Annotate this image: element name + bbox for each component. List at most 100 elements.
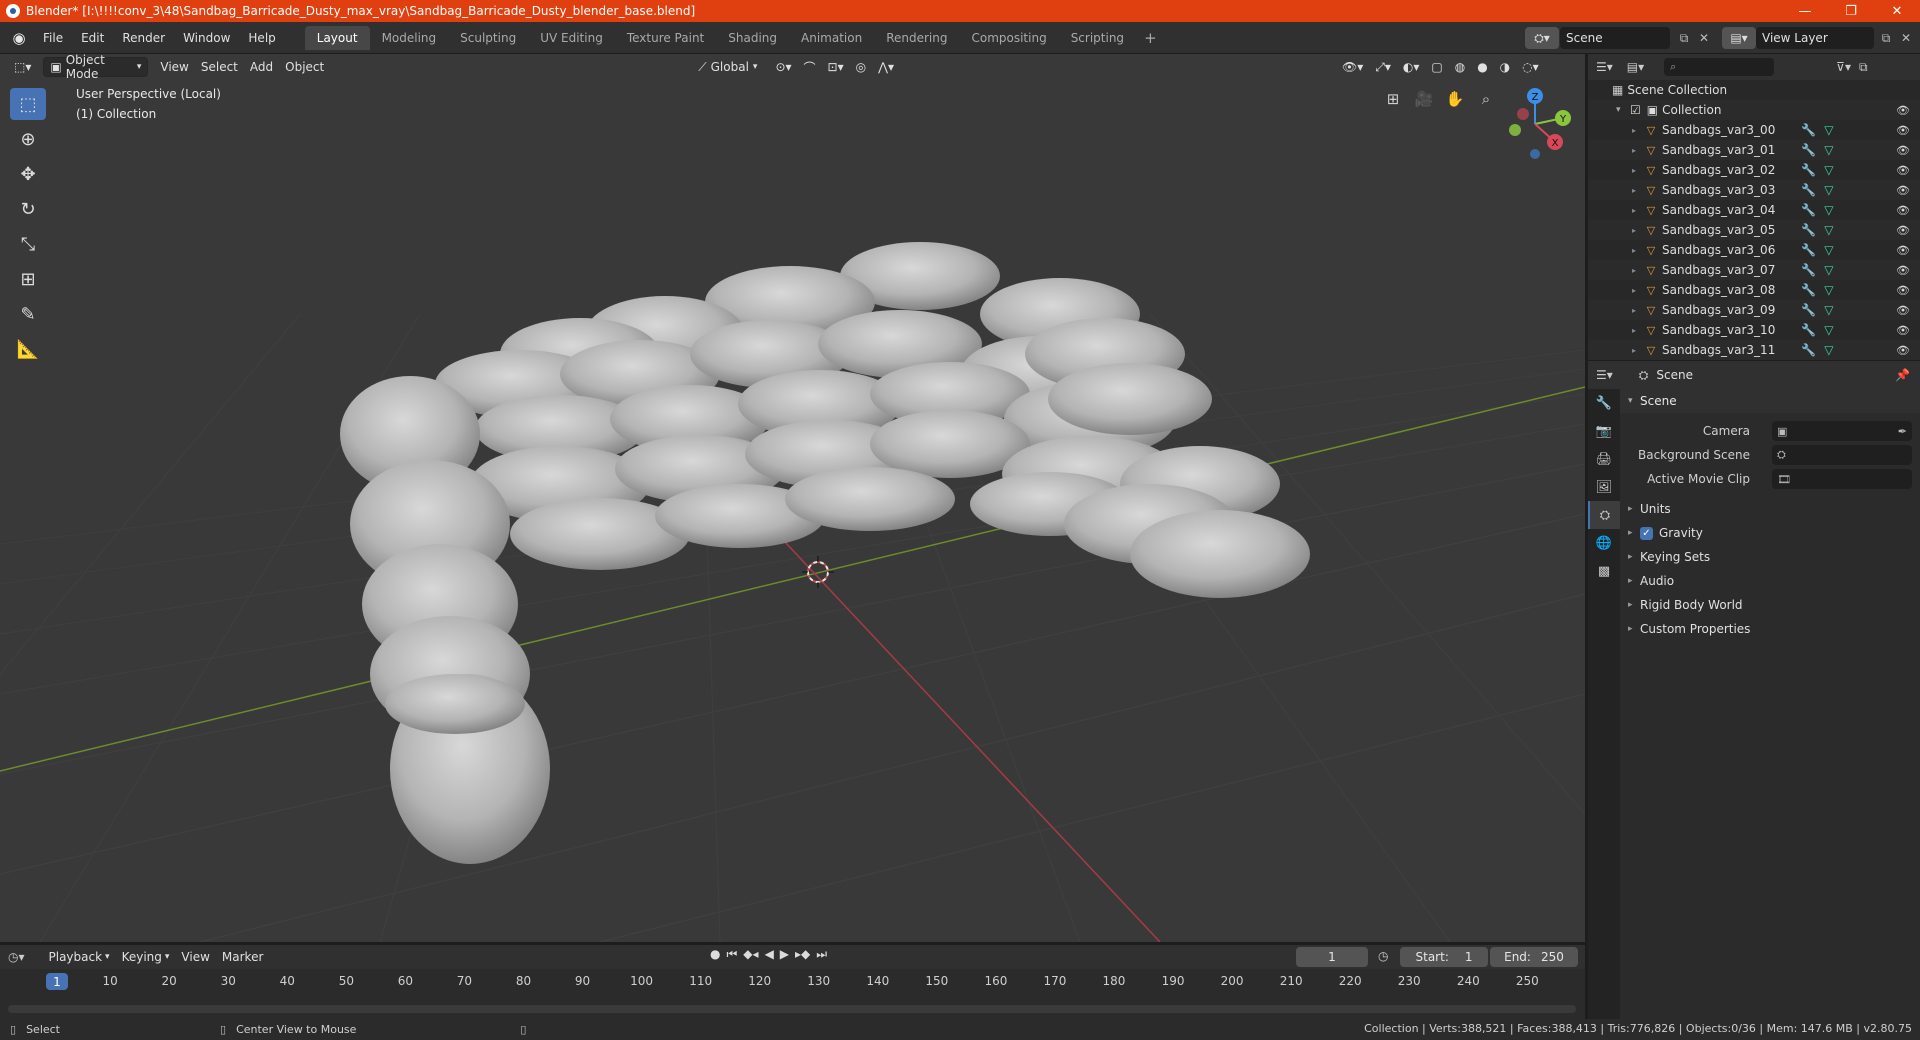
modifier-wrench-icon[interactable]: 🔧 xyxy=(1801,303,1816,317)
falloff-icon[interactable]: ⋀▾ xyxy=(872,57,900,77)
expand-chevron-icon[interactable]: ▸ xyxy=(1632,246,1644,255)
modifier-wrench-icon[interactable]: 🔧 xyxy=(1801,203,1816,217)
tab-compositing[interactable]: Compositing xyxy=(959,26,1058,50)
outliner-object-row[interactable]: ▸ ▽ Sandbags_var3_01 🔧 ▽ 👁 xyxy=(1588,140,1920,160)
units-panel-header[interactable]: ▸ Units xyxy=(1620,497,1920,521)
menu-window[interactable]: Window xyxy=(174,26,239,50)
mesh-data-icon[interactable]: ▽ xyxy=(1824,343,1833,357)
select-box-tool-icon[interactable]: ⬚ xyxy=(10,88,46,120)
visibility-eye-icon[interactable]: 👁 xyxy=(1896,224,1910,237)
view-layer-selector[interactable]: View Layer xyxy=(1756,27,1874,49)
mesh-data-icon[interactable]: ▽ xyxy=(1824,143,1833,157)
view-layer-properties-tab-icon[interactable]: 🖼 xyxy=(1588,473,1620,501)
add-workspace-button[interactable]: + xyxy=(1136,26,1165,50)
blender-logo-icon[interactable]: ◉ xyxy=(4,23,34,53)
start-frame-field[interactable]: Start: 1 xyxy=(1400,947,1488,967)
menu-render[interactable]: Render xyxy=(113,26,174,50)
expand-chevron-icon[interactable]: ▸ xyxy=(1632,186,1644,195)
expand-chevron-icon[interactable]: ▸ xyxy=(1632,306,1644,315)
scene-selector[interactable]: Scene xyxy=(1560,27,1670,49)
new-scene-icon[interactable]: ⧉ xyxy=(1674,27,1694,49)
current-frame-marker[interactable]: 1 xyxy=(46,973,68,990)
expand-chevron-icon[interactable]: ▸ xyxy=(1632,166,1644,175)
expand-chevron-icon[interactable]: ▸ xyxy=(1632,266,1644,275)
tab-uv-editing[interactable]: UV Editing xyxy=(528,26,615,50)
mesh-data-icon[interactable]: ▽ xyxy=(1824,303,1833,317)
mesh-data-icon[interactable]: ▽ xyxy=(1824,323,1833,337)
snap-icon[interactable]: ⌒ xyxy=(798,57,822,77)
display-mode-icon[interactable]: ▤▾ xyxy=(1627,60,1644,74)
material-shading-icon[interactable]: ◑ xyxy=(1494,57,1516,77)
visibility-eye-icon[interactable]: 👁 xyxy=(1896,144,1910,157)
outliner-object-row[interactable]: ▸ ▽ Sandbags_var3_07 🔧 ▽ 👁 xyxy=(1588,260,1920,280)
background-scene-field[interactable]: ⛭ xyxy=(1772,445,1912,465)
cursor-tool-icon[interactable]: ⊕ xyxy=(10,123,46,155)
visibility-eye-icon[interactable]: 👁 xyxy=(1896,124,1910,137)
view-layer-browse-icon[interactable]: ▤▾ xyxy=(1722,27,1756,49)
move-tool-icon[interactable]: ✥ xyxy=(10,158,46,190)
menu-view[interactable]: View xyxy=(154,57,194,77)
tab-scripting[interactable]: Scripting xyxy=(1059,26,1136,50)
filter-icon[interactable]: ⊽▾ xyxy=(1836,60,1851,74)
pin-icon[interactable]: 📌 xyxy=(1895,368,1910,382)
scene-properties-tab-icon[interactable]: ⛭ xyxy=(1588,501,1620,529)
mesh-data-icon[interactable]: ▽ xyxy=(1824,263,1833,277)
gravity-checkbox[interactable]: ✓ xyxy=(1640,526,1653,540)
eyedropper-icon[interactable]: ✒ xyxy=(1898,425,1907,438)
menu-add[interactable]: Add xyxy=(244,57,279,77)
snap-target-icon[interactable]: ⊡▾ xyxy=(822,57,850,77)
expand-chevron-icon[interactable]: ▸ xyxy=(1632,286,1644,295)
scene-collection-row[interactable]: ▦ Scene Collection xyxy=(1588,80,1920,100)
outliner-object-row[interactable]: ▸ ▽ Sandbags_var3_10 🔧 ▽ 👁 xyxy=(1588,320,1920,340)
xray-toggle-icon[interactable]: ▢ xyxy=(1425,57,1448,77)
annotate-tool-icon[interactable]: ✎ xyxy=(10,298,46,330)
gravity-panel-header[interactable]: ▸ ✓ Gravity xyxy=(1620,521,1920,545)
outliner-object-row[interactable]: ▸ ▽ Sandbags_var3_02 🔧 ▽ 👁 xyxy=(1588,160,1920,180)
expand-chevron-icon[interactable]: ▸ xyxy=(1632,206,1644,215)
collection-checkbox[interactable]: ☑ xyxy=(1630,103,1641,117)
wireframe-shading-icon[interactable]: ◍ xyxy=(1449,57,1471,77)
expand-chevron-icon[interactable]: ▸ xyxy=(1632,346,1644,355)
camera-view-icon[interactable]: 🎥 xyxy=(1409,84,1439,114)
mesh-data-icon[interactable]: ▽ xyxy=(1824,203,1833,217)
tab-shading[interactable]: Shading xyxy=(716,26,789,50)
mesh-data-icon[interactable]: ▽ xyxy=(1824,223,1833,237)
output-properties-tab-icon[interactable]: 🖨 xyxy=(1588,445,1620,473)
tab-rendering[interactable]: Rendering xyxy=(874,26,959,50)
menu-file[interactable]: File xyxy=(34,26,72,50)
audio-panel-header[interactable]: ▸ Audio xyxy=(1620,569,1920,593)
timeline-ruler[interactable]: 1 10 20 30 40 50 60 70 80 90 100 110 120 130 140 150 16… xyxy=(0,971,1585,993)
timeline-editor-icon[interactable]: ◷▾ xyxy=(8,950,25,964)
play-icon[interactable]: ▶ xyxy=(780,947,789,962)
visibility-eye-icon[interactable]: 👁 xyxy=(1896,104,1910,117)
scene-panel-header[interactable]: ▾ Scene xyxy=(1620,389,1920,413)
expand-chevron-icon[interactable]: ▾ xyxy=(1616,105,1630,115)
camera-field[interactable]: ▣ ✒ xyxy=(1772,421,1912,441)
object-mode-dropdown[interactable]: ▣ Object Mode ▾ xyxy=(43,54,149,81)
menu-help[interactable]: Help xyxy=(239,26,284,50)
overlay-toggle-icon[interactable]: ◐▾ xyxy=(1397,57,1426,77)
visibility-eye-icon[interactable]: 👁 xyxy=(1896,164,1910,177)
transform-tool-icon[interactable]: ⊞ xyxy=(10,263,46,295)
expand-chevron-icon[interactable]: ▸ xyxy=(1632,326,1644,335)
jump-start-icon[interactable]: ⏮ xyxy=(726,947,737,962)
tab-layout[interactable]: Layout xyxy=(304,25,370,50)
auto-keying-clock-icon[interactable]: ◷ xyxy=(1378,949,1388,963)
visibility-icon[interactable]: 👁▾ xyxy=(1336,57,1369,77)
visibility-eye-icon[interactable]: 👁 xyxy=(1896,264,1910,277)
pivot-point-icon[interactable]: ⊙▾ xyxy=(769,57,797,77)
texture-properties-tab-icon[interactable]: ▩ xyxy=(1588,557,1620,585)
jump-keyframe-back-icon[interactable]: ◆◂ xyxy=(743,947,758,962)
expand-chevron-icon[interactable]: ▸ xyxy=(1632,126,1644,135)
visibility-eye-icon[interactable]: 👁 xyxy=(1896,304,1910,317)
menu-keying[interactable]: Keying ▾ xyxy=(116,947,176,967)
outliner-object-row[interactable]: ▸ ▽ Sandbags_var3_03 🔧 ▽ 👁 xyxy=(1588,180,1920,200)
measure-tool-icon[interactable]: 📐 xyxy=(10,333,46,365)
outliner-object-row[interactable]: ▸ ▽ Sandbags_var3_08 🔧 ▽ 👁 xyxy=(1588,280,1920,300)
close-button[interactable]: ✕ xyxy=(1874,0,1920,22)
modifier-wrench-icon[interactable]: 🔧 xyxy=(1801,323,1816,337)
modifier-wrench-icon[interactable]: 🔧 xyxy=(1801,283,1816,297)
keying-sets-panel-header[interactable]: ▸ Keying Sets xyxy=(1620,545,1920,569)
modifier-wrench-icon[interactable]: 🔧 xyxy=(1801,243,1816,257)
new-collection-icon[interactable]: ⧉ xyxy=(1859,60,1868,75)
